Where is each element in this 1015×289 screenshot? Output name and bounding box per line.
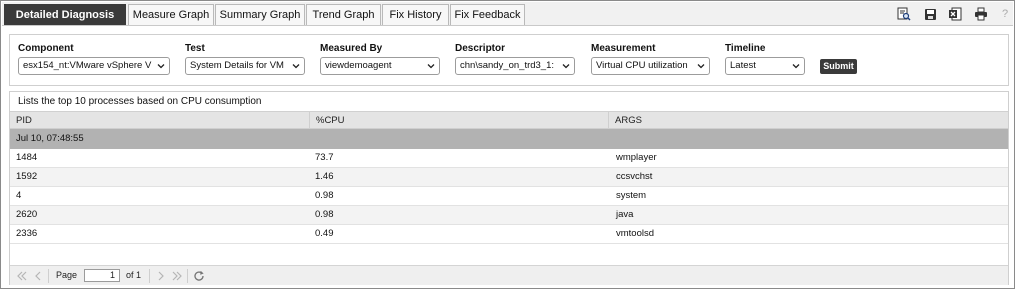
column-header-pid[interactable]: PID	[10, 112, 309, 130]
pager-toolbar: Page 1 of 1	[10, 265, 1008, 285]
cell-args: ccsvchst	[616, 171, 653, 182]
descriptor-label: Descriptor	[455, 43, 506, 54]
table-row[interactable]: 2620 0.98 java	[10, 206, 1008, 225]
table-row[interactable]: 2336 0.49 vmtoolsd	[10, 225, 1008, 244]
measured-by-select[interactable]: viewdemoagent	[320, 57, 440, 75]
tab-trend-graph[interactable]: Trend Graph	[306, 4, 381, 25]
chevron-down-icon	[697, 64, 705, 69]
cell-args: vmtoolsd	[616, 228, 655, 239]
chevron-down-icon	[292, 64, 300, 69]
tab-fix-history[interactable]: Fix History	[382, 4, 449, 25]
tab-measure-graph[interactable]: Measure Graph	[128, 4, 214, 25]
cell-pid: 1484	[16, 152, 38, 163]
measurement-select[interactable]: Virtual CPU utilization	[591, 57, 710, 75]
excel-export-icon[interactable]	[948, 7, 962, 21]
results-caption: Lists the top 10 processes based on CPU …	[18, 96, 262, 107]
measurement-value: Virtual CPU utilization	[596, 60, 688, 71]
table-row[interactable]: 1592 1.46 ccsvchst	[10, 168, 1008, 187]
chevron-down-icon	[562, 64, 570, 69]
cell-pid: 2336	[16, 228, 38, 239]
component-select[interactable]: esx154_nt:VMware vSphere V	[18, 57, 170, 75]
measurement-label: Measurement	[591, 43, 656, 54]
tab-fix-feedback[interactable]: Fix Feedback	[450, 4, 525, 25]
chevron-down-icon	[157, 64, 165, 69]
timeline-label: Timeline	[725, 43, 766, 54]
table-row[interactable]: 1484 73.7 wmplayer	[10, 149, 1008, 168]
cell-args: system	[616, 190, 647, 201]
cell-cpu: 0.98	[315, 190, 334, 201]
last-page-icon[interactable]	[171, 270, 183, 282]
results-panel: Lists the top 10 processes based on CPU …	[9, 91, 1009, 285]
first-page-icon[interactable]	[16, 270, 28, 282]
timeline-select[interactable]: Latest	[725, 57, 805, 75]
cell-pid: 4	[16, 190, 22, 201]
help-icon[interactable]: ?	[998, 7, 1012, 21]
component-label: Component	[18, 43, 74, 54]
tab-summary-graph[interactable]: Summary Graph	[215, 4, 305, 25]
table-header: PID %CPU ARGS	[10, 111, 1008, 130]
test-select[interactable]: System Details for VM	[185, 57, 305, 75]
save-icon[interactable]	[923, 7, 937, 21]
next-page-icon[interactable]	[155, 270, 167, 282]
print-icon[interactable]	[974, 7, 988, 21]
submit-button[interactable]: Submit	[820, 59, 857, 74]
filter-panel: Component esx154_nt:VMware vSphere V Tes…	[9, 34, 1009, 86]
tab-detailed-diagnosis[interactable]: Detailed Diagnosis	[4, 4, 126, 25]
tab-bar: Detailed Diagnosis Measure Graph Summary…	[2, 2, 1013, 26]
cell-cpu: 73.7	[315, 152, 334, 163]
page-number-input[interactable]: 1	[84, 269, 120, 282]
cell-pid: 2620	[16, 209, 38, 220]
column-header-cpu[interactable]: %CPU	[309, 112, 608, 130]
component-value: esx154_nt:VMware vSphere V	[23, 60, 152, 71]
refresh-icon[interactable]	[193, 270, 205, 282]
measured-by-label: Measured By	[320, 43, 383, 54]
test-value: System Details for VM	[190, 60, 284, 71]
pager-divider	[149, 269, 150, 283]
group-row-timestamp[interactable]: Jul 10, 07:48:55	[10, 129, 1008, 149]
search-document-icon[interactable]	[897, 7, 911, 21]
test-label: Test	[185, 43, 205, 54]
timeline-value: Latest	[730, 60, 756, 71]
cell-args: java	[616, 209, 634, 220]
cell-args: wmplayer	[616, 152, 657, 163]
cell-cpu: 0.49	[315, 228, 334, 239]
cell-pid: 1592	[16, 171, 38, 182]
measured-by-value: viewdemoagent	[325, 60, 392, 71]
pager-divider	[187, 269, 188, 283]
column-header-args[interactable]: ARGS	[608, 112, 1008, 130]
descriptor-value: chn\sandy_on_trd3_1:	[460, 60, 555, 71]
chevron-down-icon	[427, 64, 435, 69]
detailed-diagnosis-window: Detailed Diagnosis Measure Graph Summary…	[0, 0, 1015, 289]
page-label: Page	[56, 270, 78, 280]
pager-divider	[48, 269, 49, 283]
page-count-label: of 1	[126, 270, 142, 280]
cell-cpu: 1.46	[315, 171, 334, 182]
cell-cpu: 0.98	[315, 209, 334, 220]
chevron-down-icon	[792, 64, 800, 69]
previous-page-icon[interactable]	[32, 270, 44, 282]
descriptor-select[interactable]: chn\sandy_on_trd3_1:	[455, 57, 575, 75]
table-row[interactable]: 4 0.98 system	[10, 187, 1008, 206]
